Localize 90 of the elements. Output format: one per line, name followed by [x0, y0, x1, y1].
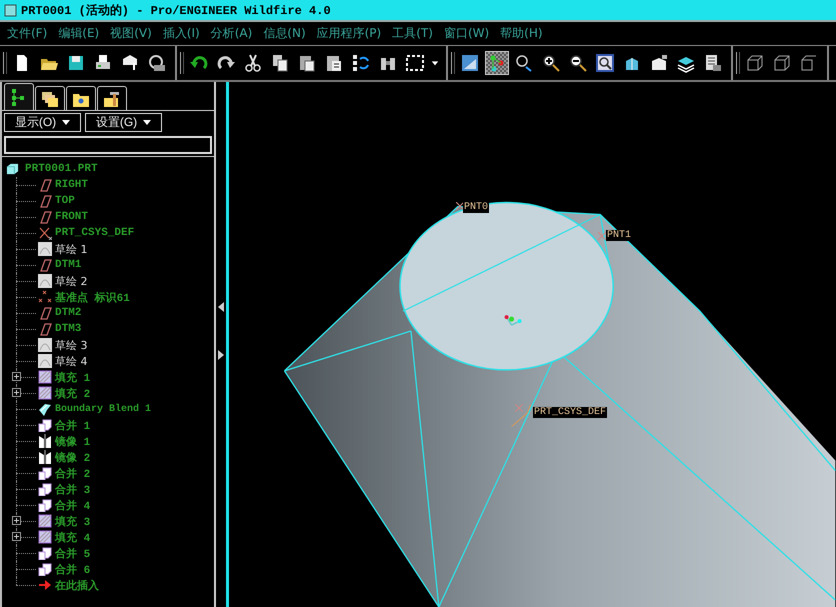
datum-plane-icon — [38, 178, 52, 192]
tree-item[interactable]: Boundary Blend 1 — [6, 401, 214, 417]
window-title: PRT0001 (活动的) - Pro/ENGINEER Wildfire 4.0 — [21, 2, 331, 18]
datum-plane-icon — [38, 322, 52, 336]
menu-item[interactable]: 帮助(H) — [495, 25, 549, 42]
expand-icon[interactable] — [12, 372, 21, 381]
tree-item[interactable]: PRT_CSYS_DEF — [6, 225, 214, 241]
left-arrow-icon[interactable] — [218, 302, 224, 312]
window-icon — [4, 4, 17, 16]
merge-icon — [38, 466, 52, 480]
caret-icon — [143, 120, 152, 125]
cross-icon — [598, 232, 606, 240]
sketch-icon — [38, 354, 52, 368]
coordinate-system-icon — [38, 226, 52, 240]
folder-hammer-icon[interactable] — [97, 86, 127, 110]
tree-item[interactable]: 草绘 2 — [6, 273, 214, 289]
tree-item[interactable]: 填充 1 — [6, 369, 214, 385]
datum-label: PRT_CSYS_DEF — [533, 407, 608, 418]
fill-feature-icon — [38, 514, 52, 528]
tree-item[interactable]: TOP — [6, 193, 214, 209]
tree-item[interactable]: DTM2 — [6, 305, 214, 321]
tree-item[interactable]: PRT0001.PRT — [6, 161, 214, 177]
sketch-icon — [38, 274, 52, 288]
merge-icon — [38, 546, 52, 560]
search-field[interactable] — [4, 136, 212, 154]
tree-item[interactable]: RIGHT — [6, 177, 214, 193]
folders-icon[interactable] — [35, 86, 65, 110]
mirror-icon — [38, 434, 52, 448]
cross-icon — [456, 202, 464, 210]
axis-triad-icon — [504, 315, 522, 326]
menu-item[interactable]: 插入(I) — [158, 25, 206, 42]
fill-feature-icon — [38, 370, 52, 384]
datum-plane-icon — [38, 258, 52, 272]
tree-item[interactable]: DTM1 — [6, 257, 214, 273]
tree-item[interactable]: FRONT — [6, 209, 214, 225]
merge-icon — [38, 562, 52, 576]
merge-icon — [38, 418, 52, 432]
expand-icon[interactable] — [12, 388, 21, 397]
tree-item[interactable]: 合并 2 — [6, 465, 214, 481]
datum-plane-icon — [38, 194, 52, 208]
tree-item[interactable]: 草绘 1 — [6, 241, 214, 257]
sketch-icon — [38, 242, 52, 256]
refit-icon[interactable] — [593, 51, 617, 75]
right-arrow-icon[interactable] — [218, 350, 224, 360]
datum-plane-icon — [38, 210, 52, 224]
tree-item[interactable]: 合并 1 — [6, 417, 214, 433]
caret-icon — [62, 120, 70, 125]
tree-item[interactable]: 合并 5 — [6, 545, 214, 561]
part-icon — [6, 162, 19, 176]
tree-item[interactable]: 合并 3 — [6, 481, 214, 497]
menu-item[interactable]: 视图(V) — [105, 25, 158, 42]
expand-icon[interactable] — [12, 516, 21, 525]
datum-plane-icon — [38, 306, 52, 320]
tree-item[interactable]: 草绘 3 — [6, 337, 214, 353]
menu-item[interactable]: 编辑(E) — [53, 25, 106, 42]
menu-item[interactable]: 文件(F) — [2, 25, 54, 42]
datum-label: PNT0 — [463, 202, 490, 213]
datum-point-icon — [38, 290, 52, 304]
menu-item[interactable]: 工具(T) — [387, 25, 439, 42]
dropdown-button[interactable]: 显示(O) — [4, 113, 81, 132]
tree-item[interactable]: 合并 6 — [6, 561, 214, 577]
tree-item[interactable]: 草绘 4 — [6, 353, 214, 369]
fill-feature-icon — [38, 530, 52, 544]
datum-points-icon[interactable] — [485, 51, 509, 75]
menu-item[interactable]: 分析(A) — [206, 25, 258, 42]
tree-item[interactable]: 镜像 2 — [6, 449, 214, 465]
csys-axis-icon — [510, 404, 532, 428]
model-tree-icon[interactable] — [4, 83, 34, 110]
menu-item[interactable]: 窗口(W) — [438, 25, 496, 42]
expand-icon[interactable] — [12, 532, 21, 541]
tree-item[interactable]: DTM3 — [6, 321, 214, 337]
boundary-blend-icon — [38, 402, 52, 416]
merge-icon — [38, 498, 52, 512]
insert-arrow-icon — [38, 578, 52, 592]
tree-item[interactable]: 在此插入 — [6, 577, 214, 593]
menu-item[interactable]: 信息(N) — [258, 25, 312, 42]
merge-icon — [38, 482, 52, 496]
tree-item[interactable]: 填充 3 — [6, 513, 214, 529]
cross-icon — [515, 404, 523, 412]
datum-label: PNT1 — [606, 230, 632, 241]
tree-item[interactable]: 基准点 标识61 — [6, 289, 214, 305]
tree-item[interactable]: 填充 4 — [6, 529, 214, 545]
mirror-icon — [38, 450, 52, 464]
fill-feature-icon — [38, 386, 52, 400]
tree-item[interactable]: 合并 4 — [6, 497, 214, 513]
tree-item[interactable]: 填充 2 — [6, 385, 214, 401]
menu-item[interactable]: 应用程序(P) — [312, 25, 388, 42]
sketch-icon — [38, 338, 52, 352]
dropdown-button[interactable]: 设置(G) — [85, 113, 162, 132]
tree-item[interactable]: 镜像 1 — [6, 433, 214, 449]
